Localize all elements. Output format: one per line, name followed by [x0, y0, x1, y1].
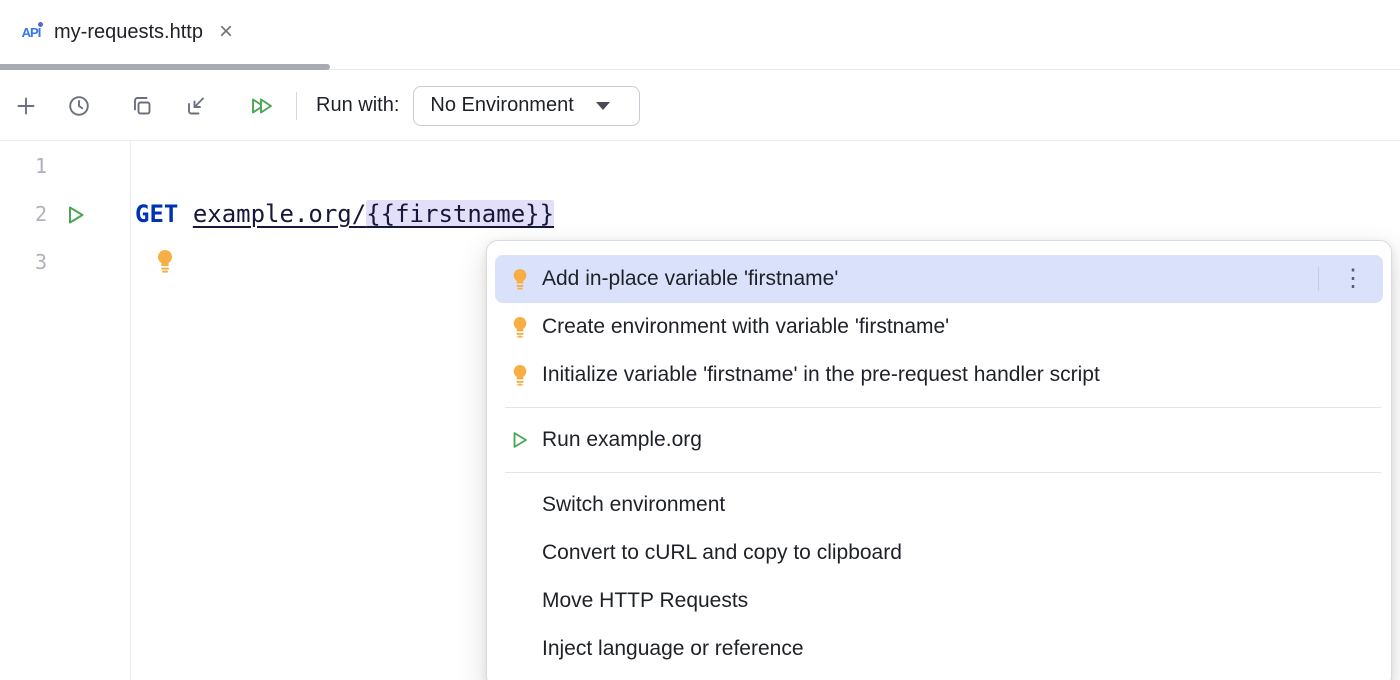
environment-value: No Environment [430, 94, 573, 117]
icon-spacer [509, 540, 531, 566]
add-request-button[interactable] [6, 86, 46, 126]
intention-bulb-icon[interactable] [154, 248, 176, 274]
popup-item-add-in-place-variable[interactable]: Add in-place variable 'firstname' ⋮ [495, 255, 1383, 303]
play-icon [64, 203, 88, 227]
popup-item-label: Move HTTP Requests [542, 589, 748, 613]
show-history-button[interactable] [59, 86, 99, 126]
toolbar-separator [296, 92, 297, 120]
plus-icon [15, 95, 37, 117]
popup-item-label: Initialize variable 'firstname' in the p… [542, 363, 1100, 387]
http-file-icon-dot [37, 21, 44, 28]
run-icon [509, 427, 531, 453]
more-options-divider [1318, 267, 1319, 291]
popup-item-initialize-variable[interactable]: Initialize variable 'firstname' in the p… [495, 351, 1383, 399]
more-options: ⋮ [1318, 267, 1369, 291]
template-variable[interactable]: {{firstname}} [366, 200, 554, 228]
intention-popup: Add in-place variable 'firstname' ⋮ Crea… [486, 240, 1392, 680]
chevron-down-icon [596, 102, 610, 110]
line-number-2: 2 [0, 190, 47, 238]
run-with-label: Run with: [316, 94, 399, 117]
open-log-button[interactable] [176, 86, 216, 126]
icon-spacer [509, 636, 531, 662]
line-number-1: 1 [0, 142, 47, 190]
icon-spacer [509, 492, 531, 518]
tab-title: my-requests.http [54, 21, 203, 44]
popup-separator [505, 472, 1381, 473]
popup-separator [505, 407, 1381, 408]
open-log-icon [184, 94, 208, 118]
gutter-divider [130, 141, 131, 680]
popup-item-label: Add in-place variable 'firstname' [542, 267, 838, 291]
request-code-line[interactable]: GET example.org/{{firstname}} [135, 190, 554, 238]
popup-item-label: Create environment with variable 'firstn… [542, 315, 949, 339]
lightbulb-icon [509, 266, 531, 292]
copy-icon [130, 94, 154, 118]
icon-spacer [509, 588, 531, 614]
request-url[interactable]: example.org/ [193, 200, 366, 228]
http-file-icon: API [16, 18, 46, 46]
run-all-icon [249, 94, 275, 118]
popup-item-switch-environment[interactable]: Switch environment [495, 481, 1383, 529]
popup-item-label: Switch environment [542, 493, 725, 517]
http-method: GET [135, 200, 178, 228]
copy-request-button[interactable] [122, 86, 162, 126]
environment-dropdown[interactable]: No Environment [413, 86, 640, 126]
run-all-requests-button[interactable] [242, 86, 282, 126]
clock-icon [67, 94, 91, 118]
popup-item-create-environment[interactable]: Create environment with variable 'firstn… [495, 303, 1383, 351]
popup-item-label: Convert to cURL and copy to clipboard [542, 541, 902, 565]
popup-item-run-request[interactable]: Run example.org [495, 416, 1383, 464]
popup-item-convert-to-curl[interactable]: Convert to cURL and copy to clipboard [495, 529, 1383, 577]
http-client-toolbar: Run with: No Environment [0, 71, 1400, 141]
tab-scrollbar-thumb[interactable] [0, 64, 330, 70]
tab-my-requests[interactable]: API my-requests.http × [0, 0, 251, 64]
line-number-3: 3 [0, 238, 47, 286]
popup-item-inject-language[interactable]: Inject language or reference [495, 625, 1383, 673]
popup-item-move-http-requests[interactable]: Move HTTP Requests [495, 577, 1383, 625]
lightbulb-icon [509, 362, 531, 388]
request-url-link[interactable]: example.org/{{firstname}} [193, 200, 554, 228]
popup-item-label: Inject language or reference [542, 637, 804, 661]
code-space [178, 200, 192, 228]
popup-item-label: Run example.org [542, 428, 702, 452]
more-options-button[interactable]: ⋮ [1337, 267, 1369, 291]
tab-bar: API my-requests.http × [0, 0, 1400, 70]
run-request-gutter-button[interactable] [64, 203, 88, 227]
tab-close-icon[interactable]: × [219, 20, 233, 44]
lightbulb-icon [509, 314, 531, 340]
